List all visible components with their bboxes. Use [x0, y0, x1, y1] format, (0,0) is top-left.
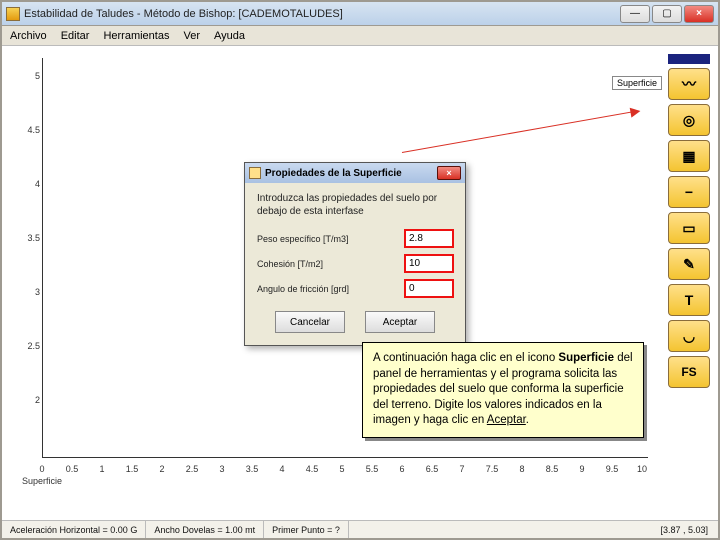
- tool-grid-button[interactable]: ▦: [668, 140, 710, 172]
- dialog-titlebar: Propiedades de la Superficie ×: [245, 163, 465, 183]
- maximize-button[interactable]: ▢: [652, 5, 682, 23]
- x-axis-label: Superficie: [22, 476, 62, 486]
- tool-arc-button[interactable]: ◡: [668, 320, 710, 352]
- tip-bold-superficie: Superficie: [558, 352, 614, 364]
- ytick: 2.5: [22, 341, 40, 351]
- input-friccion[interactable]: [405, 280, 453, 297]
- xtick: 2: [159, 464, 164, 474]
- menu-archivo[interactable]: Archivo: [10, 30, 47, 42]
- ytick: 4.5: [22, 125, 40, 135]
- xtick: 0: [39, 464, 44, 474]
- row-peso: Peso específico [T/m3]: [257, 230, 453, 247]
- status-coord: [3.87 , 5.03]: [650, 525, 718, 535]
- window-controls: — ▢ ×: [620, 5, 714, 23]
- ytick: 5: [22, 71, 40, 81]
- status-accel: Aceleración Horizontal = 0.00 G: [2, 521, 146, 538]
- toolbox: Superficie 〰 ◎ ▦ − ▭ ✎ T ◡ FS: [668, 54, 710, 388]
- accept-button[interactable]: Aceptar: [365, 311, 435, 333]
- minimize-button[interactable]: —: [620, 5, 650, 23]
- row-friccion: Angulo de fricción [grd]: [257, 280, 453, 297]
- xtick: 8.5: [546, 464, 559, 474]
- x-axis: [42, 457, 648, 458]
- menu-editar[interactable]: Editar: [61, 30, 90, 42]
- statusbar: Aceleración Horizontal = 0.00 G Ancho Do…: [2, 520, 718, 538]
- ytick: 3: [22, 287, 40, 297]
- window-title: Estabilidad de Taludes - Método de Bisho…: [24, 8, 620, 20]
- xtick: 5.5: [366, 464, 379, 474]
- status-ancho: Ancho Dovelas = 1.00 mt: [146, 521, 264, 538]
- xtick: 6.5: [426, 464, 439, 474]
- tool-text-button[interactable]: T: [668, 284, 710, 316]
- tool-fs-button[interactable]: FS: [668, 356, 710, 388]
- ytick: 2: [22, 395, 40, 405]
- xtick: 9.5: [606, 464, 619, 474]
- dialog-body: Introduzca las propiedades del suelo por…: [245, 183, 465, 345]
- toolbox-header: [668, 54, 710, 64]
- label-friccion: Angulo de fricción [grd]: [257, 284, 399, 294]
- toolbox-tooltip: Superficie: [612, 76, 662, 90]
- surface-properties-dialog: Propiedades de la Superficie × Introduzc…: [244, 162, 466, 346]
- xtick: 5: [339, 464, 344, 474]
- dialog-intro: Introduzca las propiedades del suelo por…: [257, 193, 453, 218]
- xtick: 1.5: [126, 464, 139, 474]
- label-peso: Peso específico [T/m3]: [257, 234, 399, 244]
- dialog-icon: [249, 167, 261, 179]
- tool-box-button[interactable]: ▭: [668, 212, 710, 244]
- dialog-close-button[interactable]: ×: [437, 166, 461, 180]
- xtick: 10: [637, 464, 647, 474]
- xtick: 3: [219, 464, 224, 474]
- xtick: 7: [459, 464, 464, 474]
- main-window: Estabilidad de Taludes - Método de Bisho…: [0, 0, 720, 540]
- xtick: 2.5: [186, 464, 199, 474]
- tool-pencil-button[interactable]: ✎: [668, 248, 710, 280]
- ytick: 4: [22, 179, 40, 189]
- close-button[interactable]: ×: [684, 5, 714, 23]
- xtick: 7.5: [486, 464, 499, 474]
- menubar: Archivo Editar Herramientas Ver Ayuda: [2, 26, 718, 46]
- xtick: 4.5: [306, 464, 319, 474]
- tip-period: .: [526, 414, 529, 426]
- row-cohesion: Cohesión [T/m2]: [257, 255, 453, 272]
- xtick: 0.5: [66, 464, 79, 474]
- dialog-buttons: Cancelar Aceptar: [257, 311, 453, 333]
- titlebar: Estabilidad de Taludes - Método de Bisho…: [2, 2, 718, 26]
- menu-ver[interactable]: Ver: [183, 30, 200, 42]
- ytick: 3.5: [22, 233, 40, 243]
- xtick: 4: [279, 464, 284, 474]
- xtick: 3.5: [246, 464, 259, 474]
- xtick: 1: [99, 464, 104, 474]
- canvas-area: 5 4.5 4 3.5 3 2.5 2 0 0.5 1 1.5 2 2.5 3 …: [2, 46, 718, 520]
- hint-arrow: [402, 110, 639, 153]
- xtick: 8: [519, 464, 524, 474]
- status-punto: Primer Punto = ?: [264, 521, 349, 538]
- input-peso[interactable]: [405, 230, 453, 247]
- tool-circles-button[interactable]: ◎: [668, 104, 710, 136]
- label-cohesion: Cohesión [T/m2]: [257, 259, 399, 269]
- tip-text-1: A continuación haga clic en el icono: [373, 352, 558, 364]
- xtick: 9: [579, 464, 584, 474]
- tool-surface-button[interactable]: 〰: [668, 68, 710, 100]
- tool-line-button[interactable]: −: [668, 176, 710, 208]
- menu-herramientas[interactable]: Herramientas: [103, 30, 169, 42]
- instruction-callout: A continuación haga clic en el icono Sup…: [362, 342, 644, 438]
- xtick: 6: [399, 464, 404, 474]
- app-icon: [6, 7, 20, 21]
- dialog-title: Propiedades de la Superficie: [265, 168, 437, 179]
- menu-ayuda[interactable]: Ayuda: [214, 30, 245, 42]
- y-axis: [42, 58, 43, 458]
- input-cohesion[interactable]: [405, 255, 453, 272]
- tip-underline-aceptar: Aceptar: [487, 414, 526, 426]
- cancel-button[interactable]: Cancelar: [275, 311, 345, 333]
